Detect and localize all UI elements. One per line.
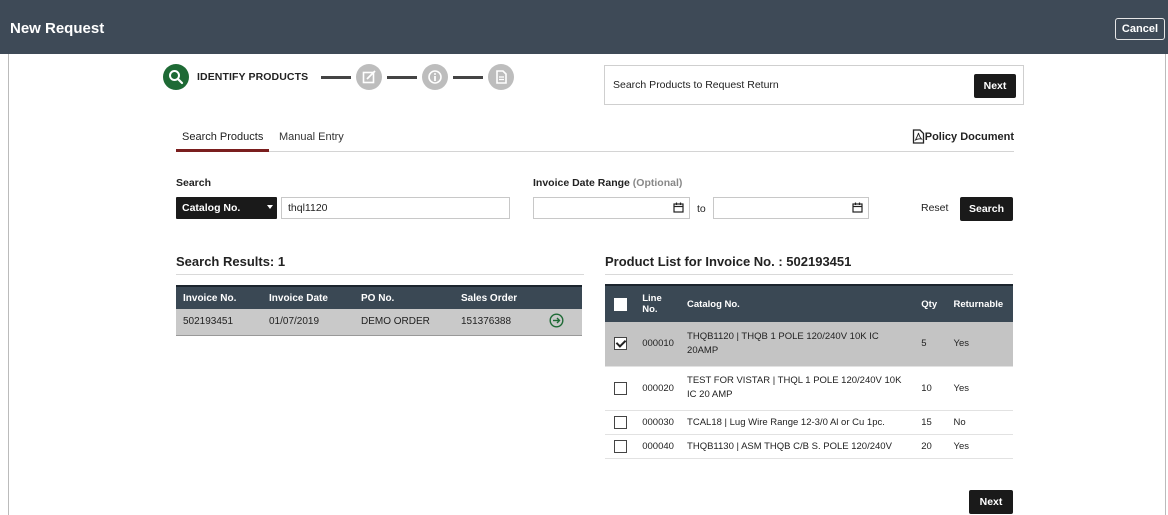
- column-header-empty: [542, 285, 582, 309]
- tab-search-products[interactable]: Search Products: [182, 131, 263, 143]
- row-checkbox[interactable]: [614, 381, 627, 395]
- column-header: Qty: [916, 284, 949, 322]
- product-list-table: Line No. Catalog No. Qty Returnable 0000…: [605, 284, 1013, 459]
- qty: 10: [916, 366, 949, 411]
- catalog-no: TCAL18 | Lug Wire Range 12-3/0 Al or Cu …: [682, 410, 917, 435]
- policy-document-label: Policy Document: [924, 130, 1014, 143]
- po-no: DEMO ORDER: [354, 309, 454, 336]
- calendar-icon[interactable]: [667, 198, 689, 216]
- search-results-title: Search Results: 1: [176, 254, 286, 269]
- row-select-cell: [605, 366, 638, 411]
- action-message: Search Products to Request Return: [613, 79, 779, 91]
- step-connector: [453, 75, 484, 79]
- divider: [176, 274, 584, 275]
- policy-document-link[interactable]: Policy Document: [912, 129, 1014, 144]
- catalog-no: THQB1130 | ASM THQB C/B S. POLE 120/240V: [682, 434, 917, 459]
- search-type-value: Catalog No.: [182, 202, 241, 214]
- column-header: Catalog No.: [682, 284, 917, 322]
- qty: 15: [916, 410, 949, 435]
- search-button[interactable]: Search: [960, 197, 1013, 221]
- row-checkbox[interactable]: [614, 439, 627, 453]
- table-row[interactable]: 000040 THQB1130 | ASM THQB C/B S. POLE 1…: [605, 434, 1013, 459]
- next-button-bottom[interactable]: Next: [969, 490, 1013, 514]
- date-to-wrapper: [713, 197, 869, 219]
- column-header: Sales Order: [454, 285, 542, 309]
- returnable: No: [948, 410, 1013, 435]
- line-no: 000020: [637, 366, 683, 411]
- qty: 20: [916, 434, 949, 459]
- table-row[interactable]: 502193451 01/07/2019 DEMO ORDER 15137638…: [176, 309, 582, 336]
- divider: [605, 274, 1013, 275]
- step-connector: [321, 75, 352, 79]
- table-row[interactable]: 000030 TCAL18 | Lug Wire Range 12-3/0 Al…: [605, 410, 1013, 435]
- catalog-no: TEST FOR VISTAR | THQL 1 POLE 120/240V 1…: [682, 366, 917, 411]
- edit-step-icon[interactable]: [356, 64, 383, 90]
- row-select-cell: [605, 434, 638, 459]
- table-row[interactable]: 000020 TEST FOR VISTAR | THQL 1 POLE 120…: [605, 366, 1013, 411]
- search-step-icon[interactable]: [163, 64, 189, 90]
- action-panel: Search Products to Request Return Next: [604, 65, 1024, 105]
- returnable: Yes: [948, 366, 1013, 411]
- select-all-cell: [605, 284, 638, 322]
- returnable: Yes: [948, 434, 1013, 459]
- tab-bar: Search Products Manual Entry Policy Docu…: [176, 129, 1014, 152]
- row-select-cell: [605, 410, 638, 435]
- next-button-top[interactable]: Next: [974, 74, 1016, 98]
- step-connector: [387, 75, 418, 79]
- table-row[interactable]: 000010 THQB1120 | THQB 1 POLE 120/240V 1…: [605, 322, 1013, 367]
- qty: 5: [916, 322, 949, 367]
- progress-stepper: IDENTIFY PRODUCTS: [163, 64, 515, 90]
- line-no: 000010: [637, 322, 683, 367]
- header-bar: New Request Cancel: [0, 0, 1168, 54]
- frame-border-right: [1165, 54, 1166, 515]
- date-range-label-text: Invoice Date Range: [533, 177, 630, 189]
- row-action-cell: [542, 309, 582, 336]
- catalog-no: THQB1120 | THQB 1 POLE 120/240V 10K IC 2…: [682, 322, 917, 367]
- calendar-icon[interactable]: [846, 198, 868, 216]
- column-header: PO No.: [354, 285, 454, 309]
- date-from-wrapper: [533, 197, 690, 219]
- sales-order: 151376388: [454, 309, 542, 336]
- info-step-icon[interactable]: [422, 64, 449, 90]
- date-range-to: to: [697, 203, 706, 215]
- invoice-no: 502193451: [176, 309, 262, 336]
- column-header: Line No.: [637, 284, 683, 322]
- select-all-checkbox[interactable]: [614, 297, 627, 311]
- row-checkbox[interactable]: [614, 415, 627, 429]
- row-checkbox[interactable]: [614, 337, 627, 351]
- caret-down-icon: [267, 205, 273, 209]
- row-select-cell: [605, 322, 638, 367]
- pdf-icon: [912, 129, 924, 144]
- line-no: 000030: [637, 410, 683, 435]
- date-range-label: Invoice Date Range (Optional): [533, 177, 682, 189]
- page-title: New Request: [10, 20, 105, 37]
- cancel-button[interactable]: Cancel: [1114, 18, 1165, 40]
- reset-link[interactable]: Reset: [921, 202, 948, 214]
- frame-border-left: [8, 54, 9, 515]
- search-type-select[interactable]: Catalog No.: [176, 197, 277, 219]
- search-label: Search: [176, 177, 212, 189]
- product-list-title: Product List for Invoice No. : 502193451: [605, 254, 852, 269]
- step-label-identify: IDENTIFY PRODUCTS: [197, 71, 309, 83]
- returnable: Yes: [948, 322, 1013, 367]
- column-header: Invoice No.: [176, 285, 262, 309]
- tab-manual-entry[interactable]: Manual Entry: [279, 131, 344, 143]
- arrow-right-circle-icon[interactable]: [549, 313, 564, 328]
- search-results-table: Invoice No. Invoice Date PO No. Sales Or…: [176, 285, 582, 336]
- line-no: 000040: [637, 434, 683, 459]
- column-header: Invoice Date: [262, 285, 354, 309]
- invoice-date: 01/07/2019: [262, 309, 354, 336]
- column-header: Returnable: [948, 284, 1013, 322]
- document-step-icon[interactable]: [488, 64, 515, 90]
- active-tab-indicator: [176, 149, 269, 152]
- search-input[interactable]: [281, 197, 510, 219]
- date-range-optional: (Optional): [632, 177, 683, 189]
